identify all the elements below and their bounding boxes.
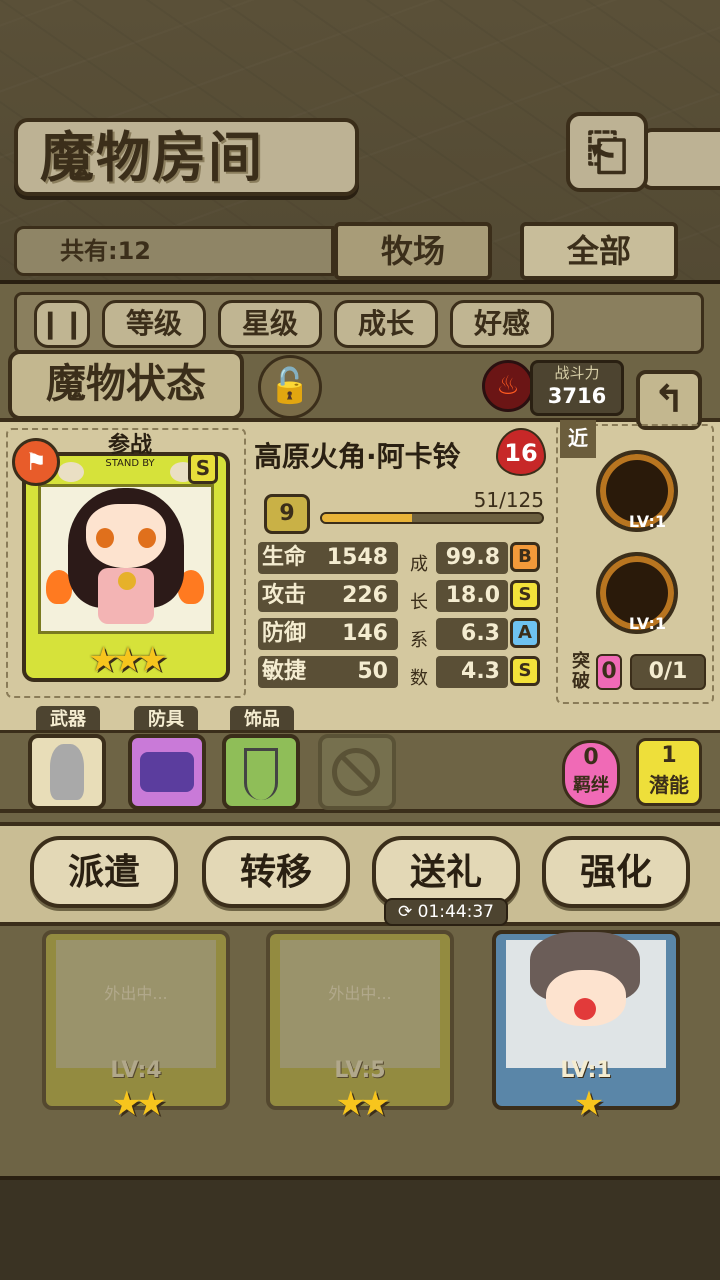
break-progress[interactable]: 0/1 (630, 654, 706, 690)
monster-eye (96, 528, 114, 548)
transfer-button[interactable]: 转移 (202, 836, 350, 908)
growth-label-char: 成 (410, 554, 428, 575)
monster-card[interactable]: 外出中... LV:4 (42, 930, 230, 1110)
potential-label: 潜能 (649, 773, 689, 797)
bond-label: 羁绊 (573, 775, 609, 796)
armor-icon (140, 752, 194, 792)
back-arrow-icon: ⎗ (587, 123, 627, 181)
exp-bar (320, 512, 544, 524)
sort-level-button[interactable]: 等级 (102, 300, 206, 348)
card-stars: ★★ (335, 1084, 391, 1124)
card-level: LV:1 (560, 1058, 612, 1083)
stat-value: 50 (357, 659, 388, 684)
sort-growth-button[interactable]: 成长 (334, 300, 438, 348)
standby-text: 参战 (107, 433, 152, 458)
power-label: 战斗力 (554, 364, 600, 382)
potential-value: 1 (661, 743, 677, 768)
return-arrow-icon: ↰ (653, 377, 685, 421)
sort-affection-button[interactable]: 好感 (450, 300, 554, 348)
close-status-button[interactable]: ↰ (636, 370, 702, 430)
attack-range-tag: 近 (560, 420, 596, 458)
card-level: LV:4 (110, 1058, 162, 1083)
pause-button[interactable]: ❙❙ (34, 300, 90, 348)
monster-eye (138, 528, 156, 548)
page-title: 魔物房间 (40, 125, 264, 189)
skill-level: LV:1 (628, 512, 666, 531)
stat-value: 1548 (326, 545, 388, 570)
tab-all[interactable]: 全部 (520, 222, 678, 280)
stat-value: 146 (342, 621, 388, 646)
power-value: 3716 (547, 384, 607, 408)
dispatch-button[interactable]: 派遣 (30, 836, 178, 908)
growth-grade: B (510, 542, 540, 572)
growth-label-char: 系 (410, 630, 428, 651)
skill-level: LV:1 (628, 614, 666, 633)
tuning-fork-icon (244, 748, 278, 800)
skill-vortex-icon[interactable]: LV:1 (596, 450, 678, 532)
monster-card[interactable]: 外出中... LV:5 (266, 930, 454, 1110)
gift-timer: ⟳ 01:44:37 (384, 898, 508, 926)
lock-icon[interactable]: 🔓 (258, 355, 322, 419)
growth-label-char: 数 (410, 668, 428, 689)
standby-flag-icon: ⚑ (12, 438, 60, 486)
stat-value: 226 (342, 583, 388, 608)
back-button-extension (640, 128, 720, 190)
growth-grade: S (510, 656, 540, 686)
growth-label-char: 长 (410, 592, 428, 613)
card-stars: ★★ (111, 1084, 167, 1124)
monster-thumbnail (280, 940, 440, 1068)
bond-value: 0 (583, 745, 599, 770)
skill-slash-icon[interactable]: LV:1 (596, 552, 678, 634)
mouse-monster-nose (574, 998, 596, 1020)
monster-name: 高原火角·阿卡铃 (254, 440, 461, 473)
monster-count: 共有:12 (60, 237, 151, 265)
tab-pasture[interactable]: 牧场 (334, 222, 492, 280)
standby-subtext: STAND BY (105, 458, 155, 469)
tier-badge: 9 (264, 494, 310, 534)
sort-star-button[interactable]: 星级 (218, 300, 322, 348)
monster-stars: ★★★ (88, 640, 167, 680)
monster-thumbnail (56, 940, 216, 1068)
status-title: 魔物状态 (8, 350, 244, 420)
power-box: 战斗力 3716 (530, 360, 624, 416)
growth-value: 18.0 (436, 580, 508, 612)
card-level: LV:5 (334, 1058, 386, 1083)
break-label: 突破 (572, 651, 590, 692)
monster-rank-badge: S (188, 452, 218, 484)
away-status: 外出中... (328, 984, 392, 1003)
bond-button[interactable]: 0 羁绊 (562, 740, 620, 808)
standby-label: 参战 STAND BY (80, 434, 180, 474)
growth-grade: A (510, 618, 540, 648)
growth-value: 6.3 (436, 618, 508, 650)
fire-element-icon: ♨ (482, 360, 534, 412)
statue-icon (50, 744, 84, 800)
footer (0, 1180, 720, 1280)
exp-text: 51/125 (473, 488, 544, 512)
break-value: 0 (596, 654, 622, 690)
potential-button[interactable]: 1 潜能 (636, 738, 702, 806)
away-status: 外出中... (104, 984, 168, 1003)
bell-icon (118, 572, 136, 590)
refresh-icon: ⟳ (397, 902, 418, 922)
exp-bar-fill (322, 514, 412, 522)
enhance-button[interactable]: 强化 (542, 836, 690, 908)
timer-text: 01:44:37 (417, 902, 494, 922)
back-button[interactable]: ⎗ (566, 112, 648, 192)
card-stars: ★ (573, 1084, 604, 1124)
growth-value: 4.3 (436, 656, 508, 688)
growth-grade: S (510, 580, 540, 610)
growth-value: 99.8 (436, 542, 508, 574)
